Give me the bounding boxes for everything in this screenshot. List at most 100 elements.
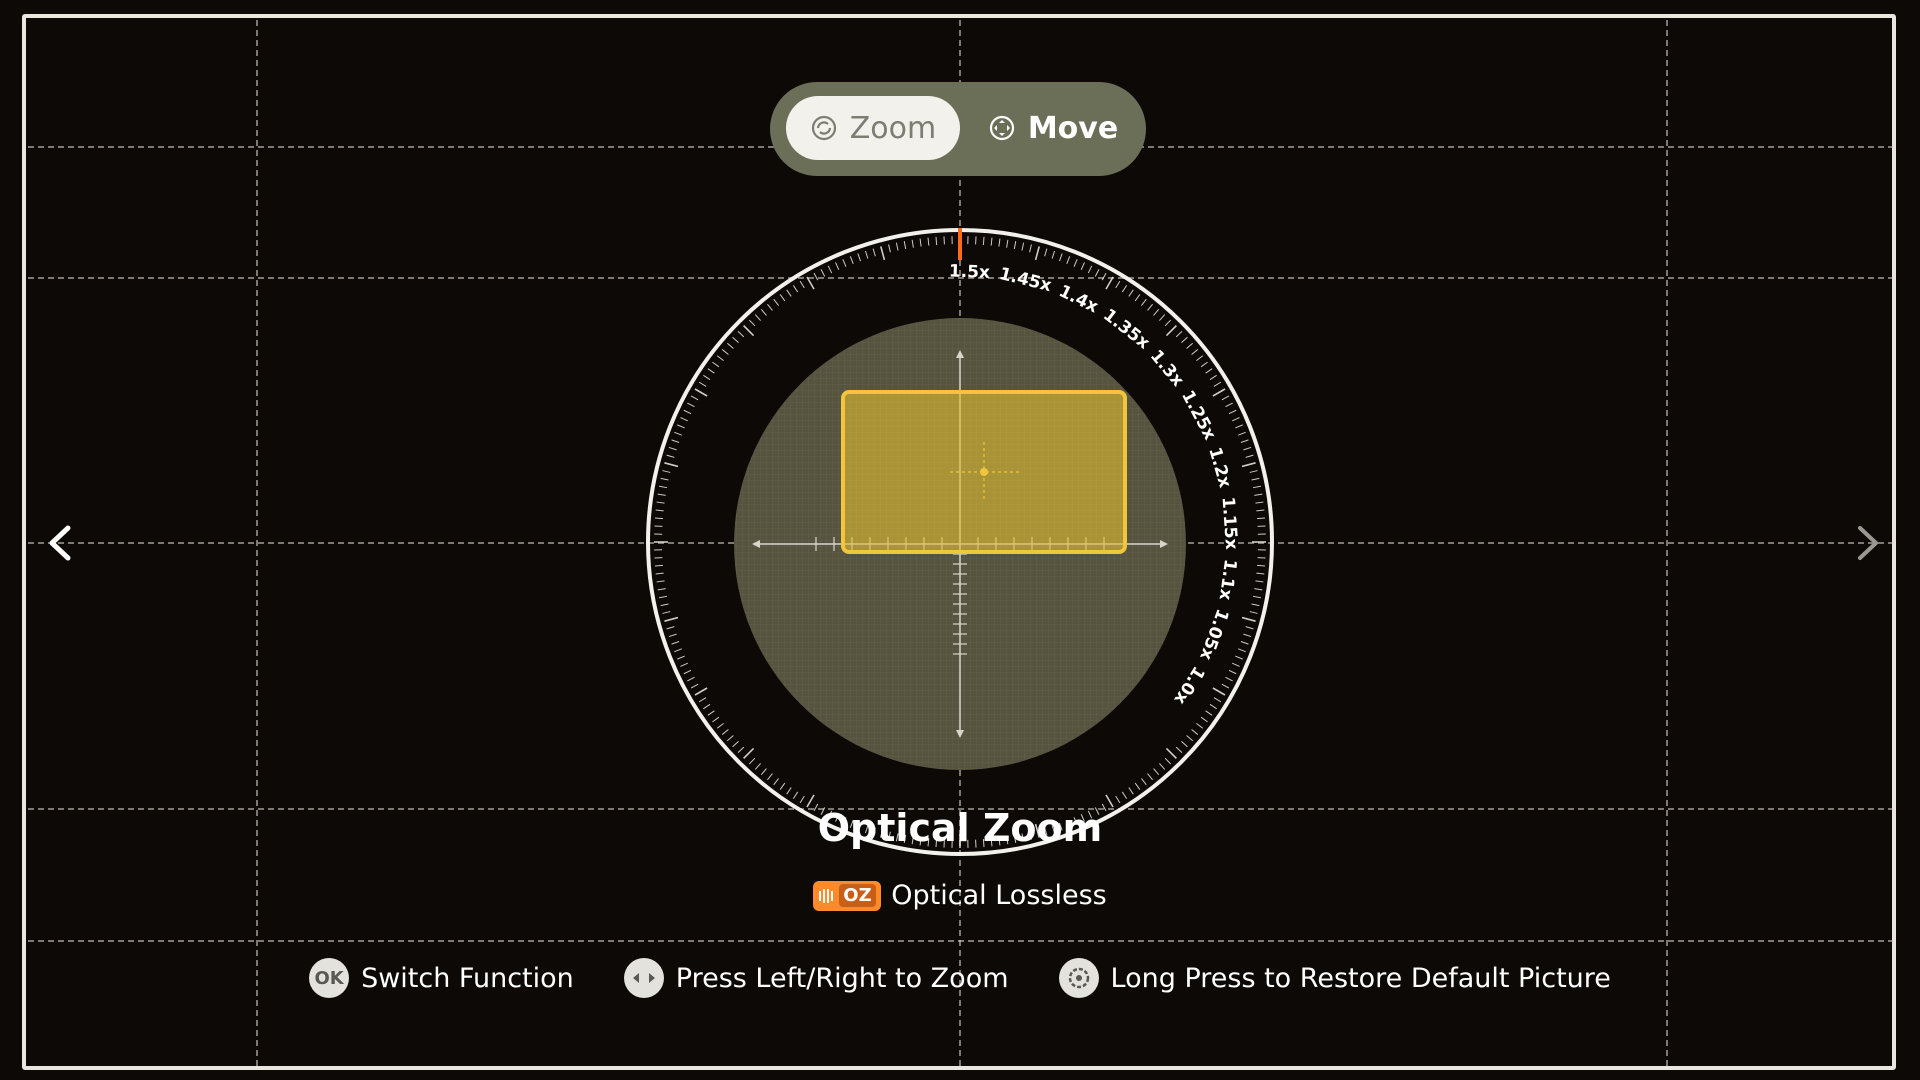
dial-tick [687, 676, 695, 682]
dial-tick [707, 710, 715, 716]
dial-tick [754, 314, 761, 321]
hint-left-right-zoom: Press Left/Right to Zoom [623, 958, 1009, 998]
dial-tick [660, 603, 669, 607]
dial-tick [1213, 381, 1222, 387]
dial-scale-label: 1.3x [1146, 346, 1188, 390]
dial-scale-label: 1.0x [1170, 662, 1209, 707]
dial-tick [698, 697, 707, 703]
tab-zoom[interactable]: Zoom [786, 96, 960, 160]
dial-tick [1200, 361, 1208, 368]
dial-tick [998, 238, 1001, 247]
dial-tick [716, 723, 724, 729]
dial-tick [732, 336, 739, 343]
dial-tick [799, 795, 805, 804]
dial-tick [1073, 259, 1078, 267]
dial-tick [1257, 517, 1266, 520]
dial-tick [799, 280, 805, 289]
dial-tick [1238, 648, 1246, 653]
dial-tick [654, 517, 663, 520]
dial-tick [1141, 298, 1147, 306]
zoom-dial[interactable]: 1.5x 1.45x1.4x1.35x1.3x1.25x1.2x1.15x1.1x… [640, 222, 1280, 862]
grid-line [28, 940, 1894, 942]
dial-tick [1115, 795, 1121, 804]
dial-tick [1147, 303, 1153, 311]
dial-tick [1212, 687, 1226, 696]
dial-tick [737, 746, 745, 753]
dial-tick [1128, 289, 1134, 297]
dial-tick [927, 237, 930, 246]
dial-scale-label: 1.15x [1218, 496, 1242, 550]
dial-tick [677, 424, 685, 429]
dial-tick [737, 331, 745, 338]
hint-label: Switch Function [361, 962, 574, 994]
dial-tick [1241, 616, 1256, 622]
dial-tick [1191, 349, 1199, 355]
dial-tick [655, 509, 664, 512]
dial-tick [683, 669, 692, 675]
restore-settings-icon [1058, 958, 1099, 998]
dial-tick [743, 325, 755, 337]
hint-restore-default: Long Press to Restore Default Picture [1058, 958, 1611, 998]
move-icon [989, 115, 1014, 141]
right-arrow-icon[interactable] [1848, 520, 1888, 566]
dial-tick [690, 683, 699, 689]
dial-tick [1221, 395, 1230, 401]
dial-scale-label: 1.45x [997, 264, 1053, 296]
dial-tick [1209, 703, 1217, 710]
left-arrow-icon[interactable] [40, 520, 80, 566]
dial-tick [659, 595, 668, 599]
dial-scale-label: 1.4x [1056, 281, 1102, 317]
dial-tick [773, 778, 779, 786]
dial-tick [664, 462, 679, 468]
dial-tick [743, 747, 755, 759]
dial-tick [721, 729, 729, 735]
dial-tick [1013, 241, 1017, 250]
dial-tick [694, 687, 708, 696]
dial-tick [1243, 633, 1252, 638]
dial-tick [1235, 424, 1243, 429]
dial-tick [1241, 462, 1256, 468]
dial-tick [1255, 580, 1264, 583]
dial-tick [666, 454, 675, 458]
dial-tick [749, 757, 756, 765]
dial-tick [657, 588, 666, 591]
dial-tick [662, 611, 671, 614]
dial-tick [1254, 588, 1263, 591]
dial-tick [1213, 697, 1222, 703]
dial-tick [655, 572, 664, 575]
dial-tick [683, 409, 692, 415]
dial-tick [707, 368, 715, 374]
dial-tick [1034, 246, 1040, 261]
dial-tick [1256, 572, 1265, 575]
dial-tick [1196, 723, 1204, 729]
dial-tick [1228, 409, 1237, 415]
dial-tick [1257, 564, 1266, 567]
dial-tick [664, 616, 679, 622]
dial-scale-label: 1.5x [949, 261, 991, 282]
dial-tick [773, 298, 779, 306]
dial-tick [659, 485, 668, 489]
mode-switch: Zoom Move [770, 82, 1146, 176]
dial-tick [656, 501, 665, 504]
dial-tick [786, 289, 792, 297]
dial-tick [1205, 368, 1213, 374]
dial-tick [1165, 747, 1177, 759]
badge-label: Optical Lossless [891, 880, 1107, 911]
dial-tick [726, 342, 734, 349]
ok-button-icon: OK [309, 958, 350, 998]
dial-tick [698, 381, 707, 387]
dial-tick [880, 246, 886, 261]
dial-tick [1240, 641, 1249, 645]
dial-tick [911, 239, 914, 248]
dial-tick [820, 269, 826, 277]
dial-tick [1225, 402, 1233, 408]
dial-tick [1209, 374, 1217, 381]
dial-tick [1228, 669, 1237, 675]
dial-tick [1021, 242, 1025, 251]
dial-tick [1029, 244, 1032, 253]
dial-tick [677, 655, 685, 660]
dial-tick [792, 791, 799, 799]
dial-tick [1153, 308, 1160, 316]
hint-bar: OK Switch Function Press Left/Right to Z… [0, 958, 1920, 998]
tab-move[interactable]: Move [974, 96, 1132, 160]
